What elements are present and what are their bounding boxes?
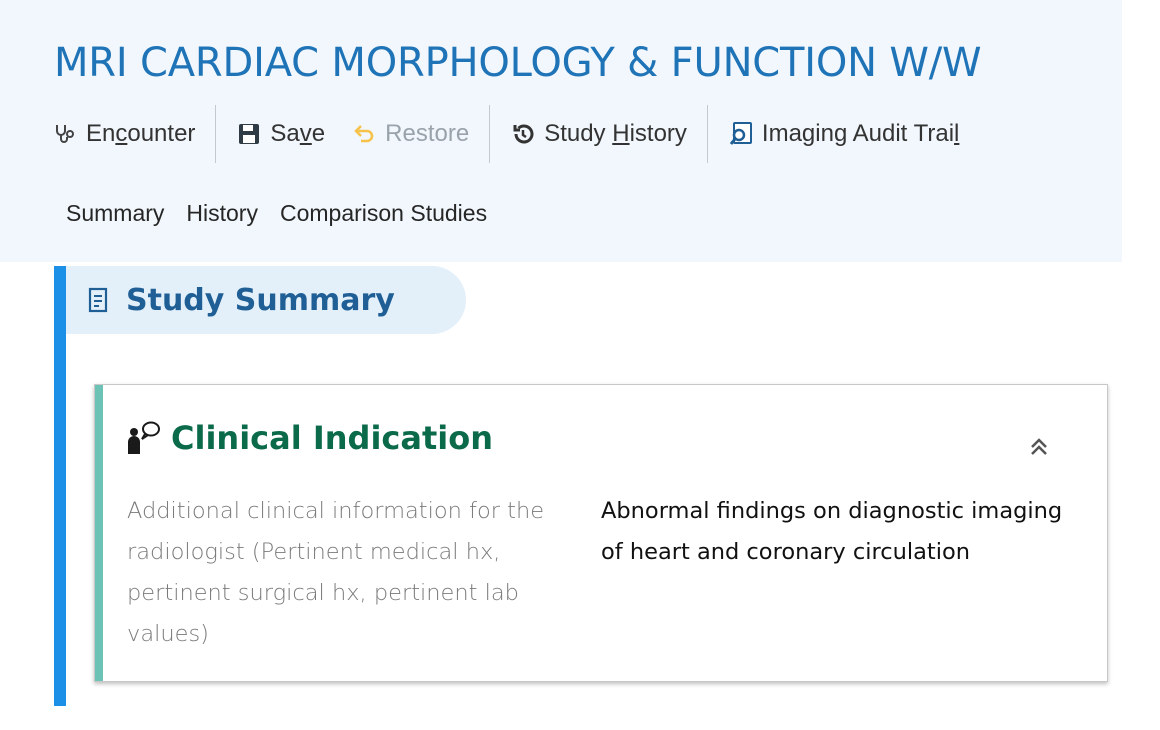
imaging-audit-trail-button[interactable]: Imaging Audit Trail [728,104,959,164]
section-indicator-bar [54,266,66,706]
floppy-disk-icon [236,121,262,147]
section-title: Study Summary [126,282,395,318]
clinical-info-label: Additional clinical information for the … [127,498,545,647]
toolbar: Encounter Save Restore Study History Ima… [52,104,959,164]
clinical-info-value: Abnormal findings on diagnostic imaging … [601,498,1063,565]
double-chevron-up-icon [1027,435,1051,463]
card-accent-bar [95,385,103,681]
toolbar-divider [706,105,708,163]
tab-comparison-studies[interactable]: Comparison Studies [280,200,487,227]
save-label: Save [270,120,326,147]
encounter-button[interactable]: Encounter [52,104,195,164]
person-speech-icon [125,420,163,456]
tab-summary[interactable]: Summary [66,200,164,227]
collapse-button[interactable] [1025,435,1053,463]
study-history-button[interactable]: Study History [510,104,687,164]
clinical-indication-card: Clinical Indication Additional clinical … [94,384,1108,682]
toolbar-divider [489,105,491,163]
section-header-study-summary[interactable]: Study Summary [66,266,466,334]
save-button[interactable]: Save [236,104,325,164]
encounter-label: Encounter [86,120,196,147]
toolbar-divider [215,105,217,163]
audit-magnifier-icon [728,121,754,147]
page-title: MRI CARDIAC MORPHOLOGY & FUNCTION W/W [54,40,982,86]
undo-arrow-icon [351,121,377,147]
card-title: Clinical Indication [171,419,493,457]
document-icon [88,287,112,313]
tab-history[interactable]: History [186,200,258,227]
tab-bar: Summary History Comparison Studies [66,200,509,227]
imaging-audit-trail-label: Imaging Audit Trail [761,120,960,147]
restore-button[interactable]: Restore [351,104,469,164]
stethoscope-icon [52,121,78,147]
card-header: Clinical Indication [125,419,493,457]
restore-label: Restore [385,120,470,147]
history-clock-icon [510,121,536,147]
study-history-label: Study History [544,120,687,147]
